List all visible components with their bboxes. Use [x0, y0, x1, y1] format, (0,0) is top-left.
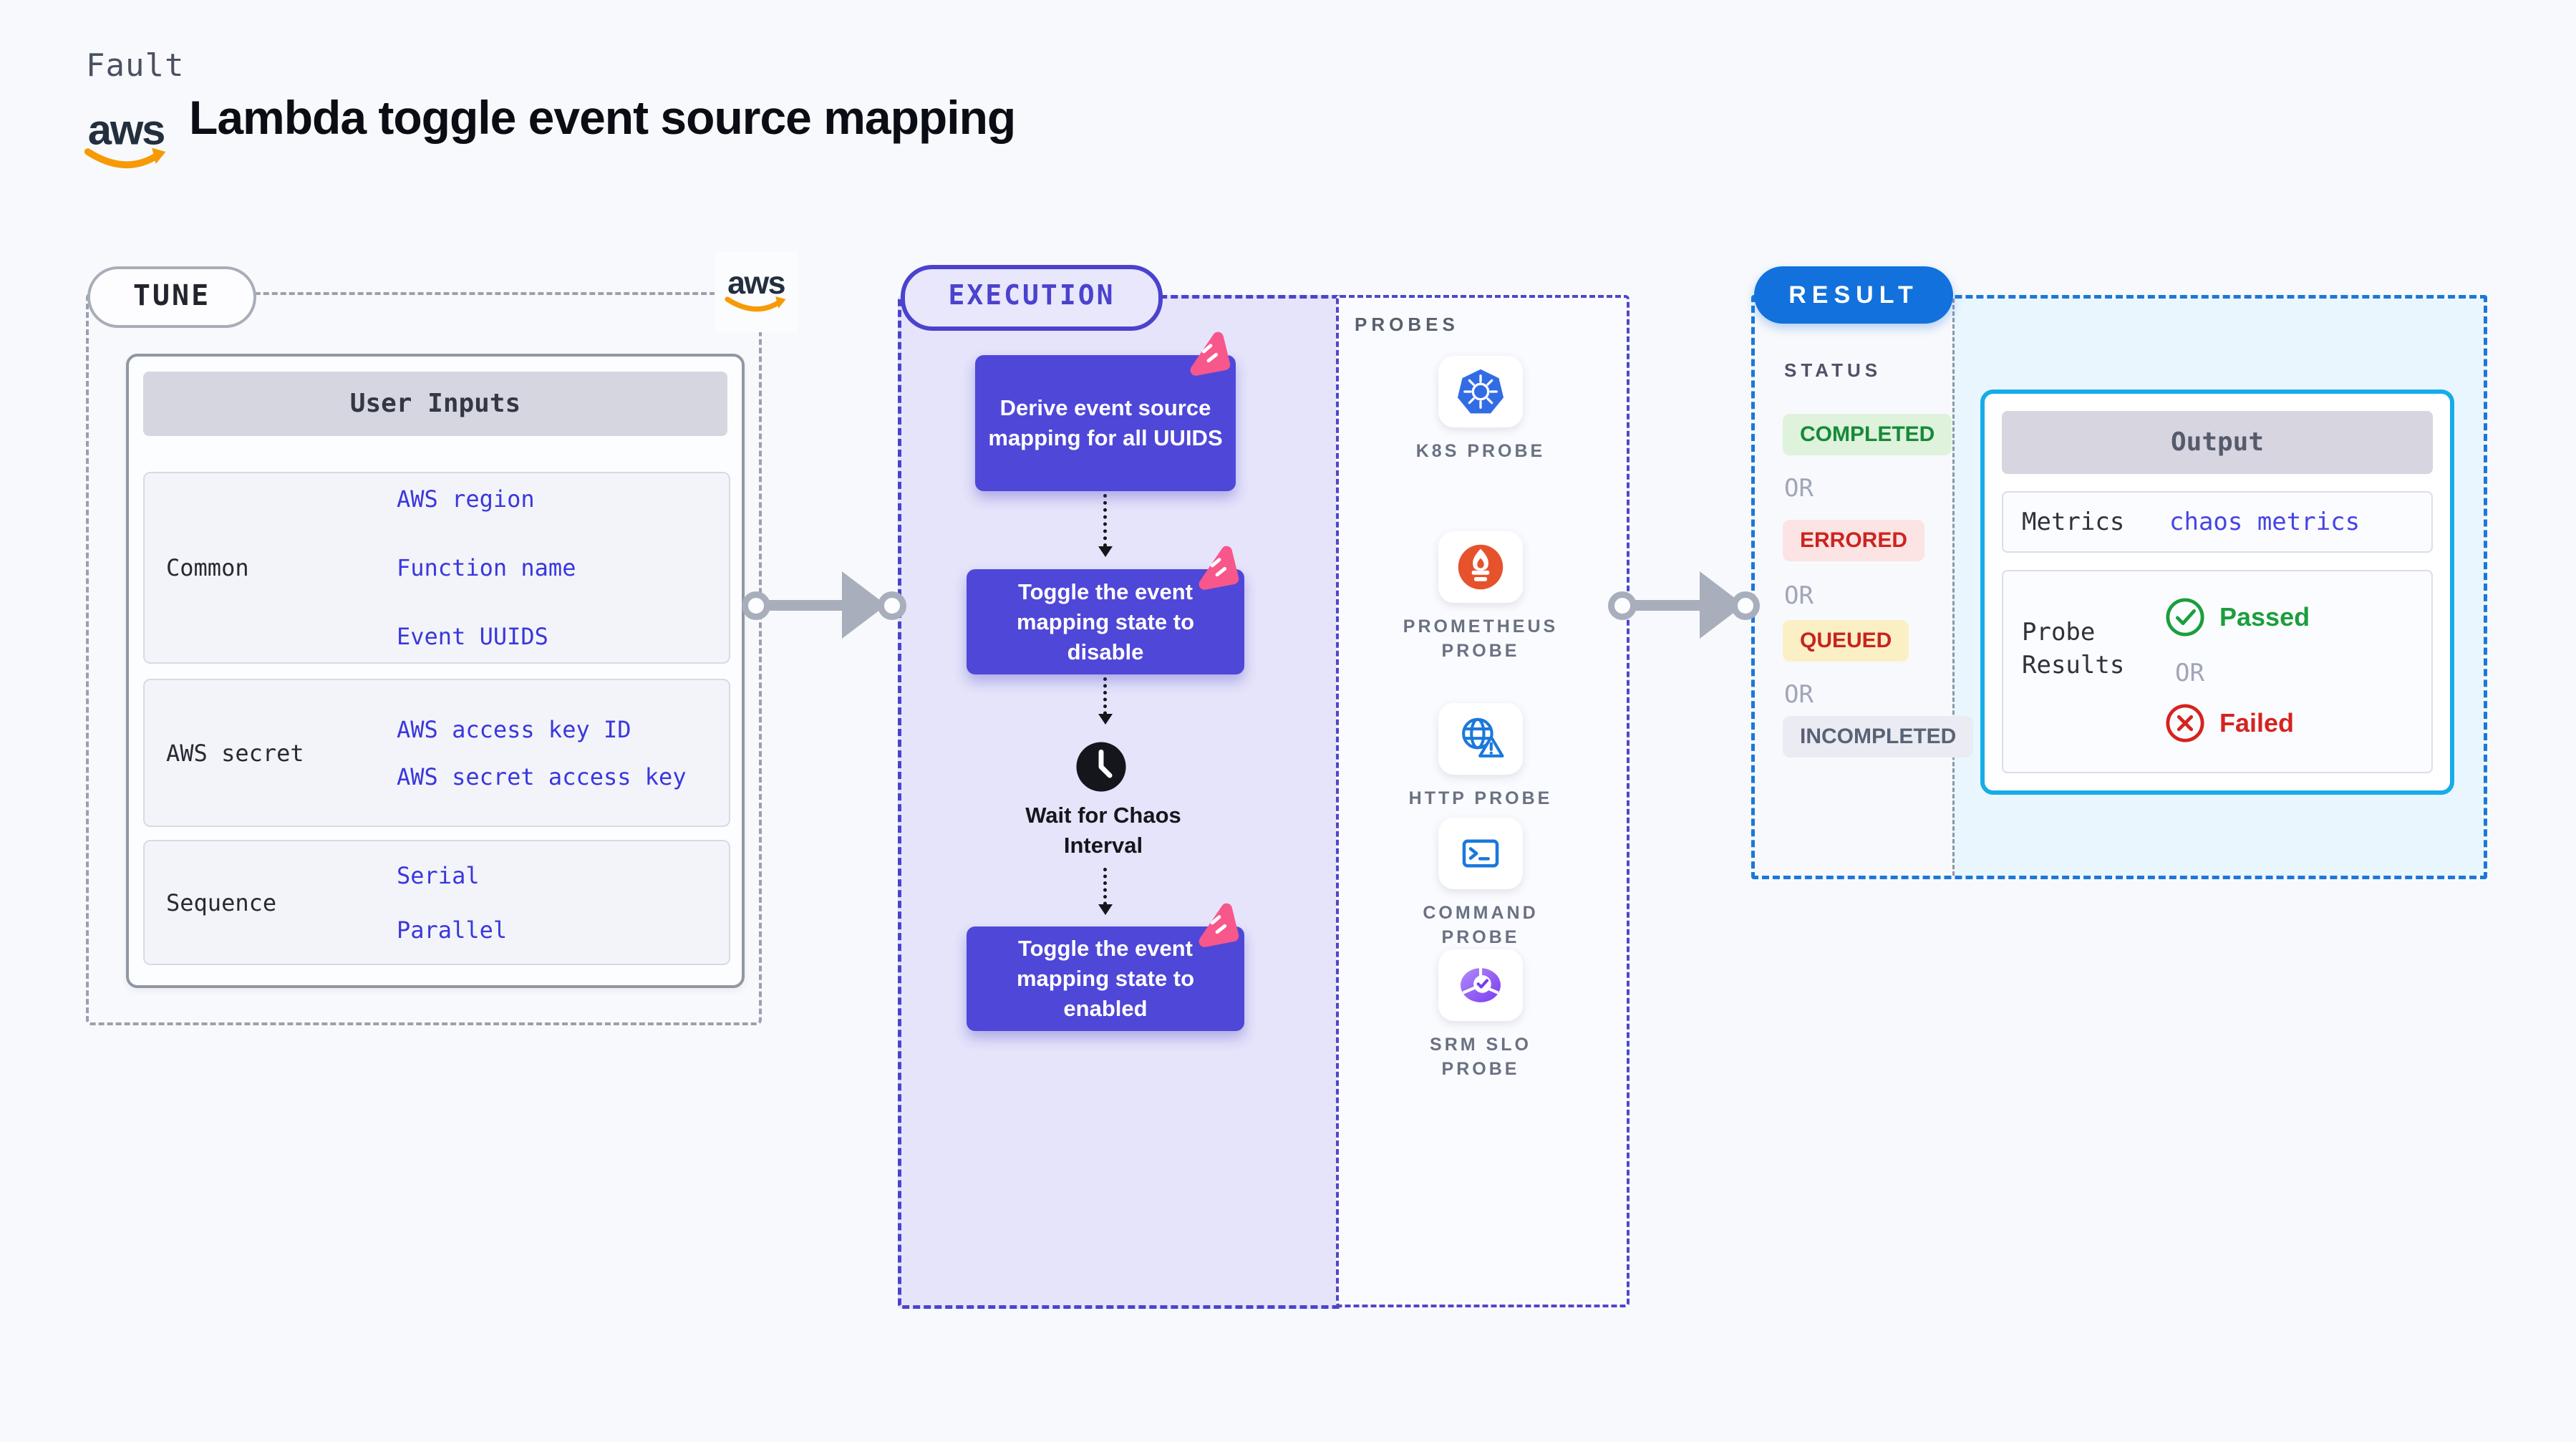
clock-icon	[1076, 742, 1126, 792]
passed-result: Passed	[2165, 597, 2310, 637]
status-badge-completed: COMPLETED	[1783, 414, 1952, 455]
aws-logo: aws	[80, 105, 172, 179]
flow-arrow-shaft	[766, 600, 846, 611]
metrics-label: Metrics	[2022, 508, 2125, 536]
aws-logo-badge: aws	[715, 252, 798, 332]
or-separator: OR	[1784, 474, 1814, 503]
probes-title: PROBES	[1355, 314, 1459, 335]
or-separator: OR	[1784, 581, 1814, 610]
status-badge-queued: QUEUED	[1783, 620, 1909, 662]
connector-ring	[878, 591, 906, 620]
connector-ring	[1608, 591, 1637, 620]
aws-icon: aws	[725, 265, 786, 312]
step-toggle-mapping-disable: Toggle the event mapping state to disabl…	[967, 546, 1244, 674]
input-row-values: AWS region Function name Event UUIDS	[397, 473, 704, 662]
prometheus-icon	[1458, 544, 1504, 590]
aws-logo-text: aws	[88, 106, 164, 153]
aws-swoosh	[84, 148, 162, 168]
probe-tile	[1438, 356, 1523, 427]
wait-chaos-interval-label: Wait for Chaos Interval	[1025, 803, 1181, 858]
status-label: STATUS	[1784, 359, 1882, 381]
probe-name: COMMAND PROBE	[1423, 903, 1539, 947]
probe-name: PROMETHEUS PROBE	[1403, 616, 1559, 661]
input-row-values: Serial Parallel	[397, 841, 704, 964]
step-derive-event-source-mapping: Derive event source mapping for all UUID…	[975, 332, 1236, 491]
input-link-function-name[interactable]: Function name	[397, 553, 704, 582]
input-link-serial[interactable]: Serial	[397, 861, 704, 890]
probe-results-row: Probe Results Passed OR Failed	[2002, 570, 2433, 773]
or-separator: OR	[1784, 680, 1814, 709]
chaos-metrics-link[interactable]: chaos metrics	[2169, 493, 2360, 551]
probe-tile	[1438, 818, 1523, 889]
dotted-connector	[1098, 494, 1113, 557]
http-globe-icon	[1462, 717, 1504, 758]
fault-bolt-icon	[1199, 546, 1239, 590]
input-link-parallel[interactable]: Parallel	[397, 916, 704, 944]
connector-ring	[1731, 591, 1760, 620]
input-link-event-uuids[interactable]: Event UUIDS	[397, 622, 704, 651]
output-card: Output Metrics chaos metrics Probe Resul…	[1980, 389, 2454, 795]
failed-label: Failed	[2219, 708, 2295, 737]
probe-name: HTTP PROBE	[1408, 788, 1553, 808]
input-link-access-key-id[interactable]: AWS access key ID	[397, 715, 704, 744]
fault-bolt-icon	[1190, 332, 1231, 376]
execution-pill: EXECUTION	[901, 265, 1163, 331]
input-row-label: Common	[166, 554, 249, 581]
srm-slo-icon	[1461, 967, 1501, 1002]
kubernetes-icon	[1457, 369, 1504, 414]
connector-ring	[742, 591, 770, 620]
result-pill: RESULT	[1754, 266, 1953, 324]
terminal-icon	[1462, 839, 1499, 868]
x-circle-icon	[2166, 704, 2204, 742]
dotted-connector	[1098, 868, 1113, 915]
fault-bolt-icon	[1199, 903, 1239, 947]
input-link-secret-access-key[interactable]: AWS secret access key	[397, 763, 704, 791]
probe-item-prometheus: PROMETHEUS PROBE	[1395, 531, 1567, 663]
status-badge-errored: ERRORED	[1783, 520, 1925, 561]
passed-label: Passed	[2219, 602, 2310, 632]
fault-kind-label: Fault	[86, 47, 185, 84]
check-circle-icon	[2166, 598, 2204, 637]
input-row-common: Common AWS region Function name Event UU…	[143, 472, 730, 664]
or-separator: OR	[2175, 659, 2204, 687]
output-header: Output	[2002, 411, 2433, 474]
user-inputs-card: User Inputs Common AWS region Function n…	[126, 354, 745, 988]
input-row-label: Sequence	[166, 889, 277, 916]
flow-arrow-shaft	[1632, 600, 1704, 611]
input-row-label: AWS secret	[166, 739, 304, 767]
step-label: Derive event source mapping for all UUID…	[988, 395, 1223, 450]
fault-diagram: Fault aws Lambda toggle event source map…	[0, 0, 2576, 1442]
input-row-sequence: Sequence Serial Parallel	[143, 840, 730, 965]
metrics-row: Metrics chaos metrics	[2002, 491, 2433, 553]
status-badge-incompleted: INCOMPLETED	[1783, 716, 1974, 758]
probe-tile	[1438, 531, 1523, 603]
input-row-values: AWS access key ID AWS secret access key	[397, 680, 704, 826]
step-toggle-mapping-enabled: Toggle the event mapping state to enable…	[967, 903, 1244, 1031]
probe-name: SRM SLO PROBE	[1430, 1035, 1531, 1079]
user-inputs-header: User Inputs	[143, 372, 727, 436]
probe-tile	[1438, 703, 1523, 775]
probe-item-command: COMMAND PROBE	[1395, 818, 1567, 949]
probe-name: K8S PROBE	[1415, 441, 1546, 461]
failed-result: Failed	[2165, 703, 2294, 743]
probe-results-label: Probe Results	[2022, 618, 2125, 679]
input-row-aws-secret: AWS secret AWS access key ID AWS secret …	[143, 679, 730, 827]
probe-tile	[1438, 949, 1523, 1021]
dotted-connector	[1098, 677, 1113, 725]
probe-item-k8s: K8S PROBE	[1395, 356, 1567, 463]
probe-item-srm-slo: SRM SLO PROBE	[1395, 949, 1567, 1081]
page-title: Lambda toggle event source mapping	[189, 91, 1016, 144]
svg-text:aws: aws	[727, 265, 785, 301]
tune-pill: TUNE	[87, 266, 256, 328]
probe-item-http: HTTP PROBE	[1395, 703, 1567, 810]
input-link-aws-region[interactable]: AWS region	[397, 485, 704, 513]
